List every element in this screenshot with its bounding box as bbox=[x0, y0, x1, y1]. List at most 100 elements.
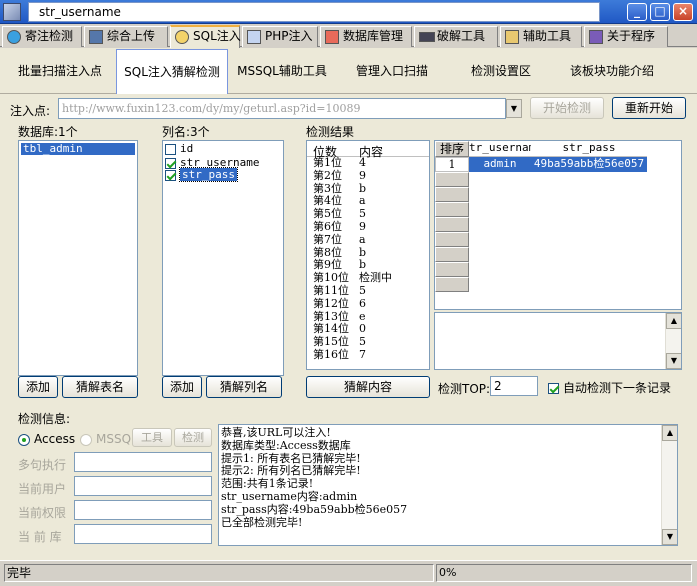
tab-inject-check[interactable]: 寄注检测 bbox=[2, 26, 82, 47]
tab-intro[interactable]: 该板块功能介绍 bbox=[556, 49, 668, 93]
column-checkbox[interactable] bbox=[165, 143, 176, 155]
columns-label: 列名:3个 bbox=[162, 125, 210, 139]
multi-exec-input[interactable] bbox=[74, 452, 212, 472]
log-line: str_pass内容:49ba59abb检56e057 bbox=[221, 502, 408, 516]
tab-crack-tools[interactable]: 破解工具 bbox=[414, 26, 498, 47]
checkbox-icon[interactable] bbox=[548, 383, 559, 394]
app-icon bbox=[3, 3, 21, 21]
add-table-button[interactable]: 添加 bbox=[18, 376, 58, 398]
mssql-tool-button[interactable]: 工具 bbox=[132, 428, 172, 447]
main-tabs: 寄注检测 综合上传 SQL注入 PHP注入 数据库管理 破解工具 辅助工具 关于… bbox=[0, 25, 697, 48]
table-row[interactable]: 第11位 5 bbox=[307, 284, 429, 298]
column-item-pass[interactable]: str_pass bbox=[165, 167, 281, 182]
grid-header-username: tr_usernam bbox=[469, 141, 531, 157]
tab-db-manage[interactable]: 数据库管理 bbox=[320, 26, 412, 47]
grid-cell-pass[interactable]: 49ba59abb检56e057 bbox=[531, 157, 647, 172]
radio-icon[interactable] bbox=[80, 433, 92, 446]
grid-row-header bbox=[435, 232, 469, 247]
field-label: 当前权限 bbox=[18, 506, 67, 520]
grid-row-header bbox=[435, 247, 469, 262]
results-list[interactable]: 位数 内容 第1位 4 第2位 9 第3位 b 第4位 a 第5位 5 第6位 9 第7位 a 第8位 b 第9… bbox=[306, 140, 430, 370]
table-row[interactable]: 第2位 9 bbox=[307, 169, 429, 183]
clipboard-icon bbox=[505, 30, 519, 44]
radio-icon[interactable] bbox=[18, 433, 30, 446]
current-user-input[interactable] bbox=[74, 476, 212, 496]
field-label: 当 前 库 bbox=[18, 530, 62, 544]
grid-cell-username[interactable]: admin bbox=[469, 157, 531, 172]
column-item-id[interactable]: id bbox=[165, 143, 281, 155]
grid-row-number: 1 bbox=[435, 157, 469, 172]
info-label: 检测信息: bbox=[18, 412, 71, 426]
tab-php-inject[interactable]: PHP注入 bbox=[242, 26, 318, 47]
radio-mssql[interactable]: MSSQL bbox=[80, 432, 138, 446]
url-input[interactable]: http://www.fuxin123.com/dy/my/geturl.asp… bbox=[58, 98, 506, 119]
tab-sql-guess[interactable]: SQL注入猜解检测 bbox=[116, 49, 228, 95]
progress-text: 0% bbox=[436, 564, 692, 582]
current-db-input[interactable] bbox=[74, 524, 212, 544]
grid-row-header bbox=[435, 187, 469, 202]
table-row[interactable]: 第16位 7 bbox=[307, 348, 429, 362]
tab-mssql-tools[interactable]: MSSQL辅助工具 bbox=[230, 49, 334, 93]
log-scrollbar[interactable]: ▲ ▼ bbox=[661, 425, 677, 545]
database-list[interactable]: tbl_admin bbox=[18, 140, 138, 376]
grid-row-header bbox=[435, 172, 469, 187]
log-area[interactable]: 恭喜,该URL可以注入! 数据库类型:Access数据库 提示1: 所有表名已猜解完… bbox=[218, 424, 678, 546]
php-file-icon bbox=[247, 30, 261, 44]
grid-row-header bbox=[435, 262, 469, 277]
inject-label: 注入点: bbox=[10, 104, 51, 118]
url-dropdown-button[interactable]: ▼ bbox=[506, 99, 522, 118]
minimize-button[interactable]: _ bbox=[627, 3, 647, 21]
tab-batch-scan[interactable]: 批量扫描注入点 bbox=[6, 49, 114, 93]
database-icon bbox=[325, 30, 339, 44]
field-label: 多句执行 bbox=[18, 458, 67, 472]
scroll-up-icon[interactable]: ▲ bbox=[662, 425, 677, 441]
tab-sql-inject[interactable]: SQL注入 bbox=[170, 25, 241, 48]
scroll-up-icon[interactable]: ▲ bbox=[666, 313, 681, 329]
window-title: str_username bbox=[28, 2, 600, 22]
tab-upload[interactable]: 综合上传 bbox=[84, 26, 168, 47]
log-line: 数据库类型:Access数据库 bbox=[221, 438, 351, 452]
log-line: 恭喜,该URL可以注入! bbox=[221, 426, 331, 439]
mssql-check-button[interactable]: 检测 bbox=[174, 428, 212, 447]
tab-aux-tools[interactable]: 辅助工具 bbox=[500, 26, 582, 47]
guess-content-button[interactable]: 猜解内容 bbox=[306, 376, 430, 398]
results-header: 位数 内容 bbox=[307, 141, 429, 159]
top-input[interactable]: 2 bbox=[490, 376, 538, 396]
log-lines: 恭喜,该URL可以注入! 数据库类型:Access数据库 提示1: 所有表名已猜解完… bbox=[219, 425, 677, 529]
table-row[interactable]: 第7位 a bbox=[307, 233, 429, 247]
detail-scrollbar[interactable]: ▲ ▼ bbox=[665, 313, 681, 369]
grid-detail-area[interactable]: ▲ ▼ bbox=[434, 312, 682, 370]
radio-access[interactable]: Access bbox=[18, 432, 75, 446]
auto-next-checkbox[interactable]: 自动检测下一条记录 bbox=[548, 379, 671, 396]
guess-column-button[interactable]: 猜解列名 bbox=[206, 376, 282, 398]
scroll-down-icon[interactable]: ▼ bbox=[666, 353, 681, 369]
globe-icon bbox=[7, 30, 21, 44]
grid-row-header bbox=[435, 202, 469, 217]
tab-admin-scan[interactable]: 管理入口扫描 bbox=[338, 49, 446, 93]
current-permission-input[interactable] bbox=[74, 500, 212, 520]
table-row[interactable]: 第1位 4 bbox=[307, 156, 429, 170]
column-checkbox[interactable] bbox=[165, 169, 176, 181]
grid-header-pass: str_pass bbox=[531, 141, 647, 157]
add-column-button[interactable]: 添加 bbox=[162, 376, 202, 398]
table-row[interactable]: 第12位 6 bbox=[307, 297, 429, 311]
list-item[interactable]: tbl_admin bbox=[21, 143, 135, 155]
table-row[interactable]: 第6位 9 bbox=[307, 220, 429, 234]
scroll-down-icon[interactable]: ▼ bbox=[662, 529, 677, 545]
guess-table-button[interactable]: 猜解表名 bbox=[62, 376, 138, 398]
columns-list[interactable]: id str_username str_pass bbox=[162, 140, 284, 376]
top-label: 检测TOP: bbox=[438, 382, 491, 396]
result-grid[interactable]: 排序 tr_usernam str_pass 1 admin 49ba59abb… bbox=[434, 140, 682, 310]
restart-button[interactable]: 重新开始 bbox=[612, 97, 686, 119]
column-checkbox[interactable] bbox=[165, 157, 176, 169]
tab-settings[interactable]: 检测设置区 bbox=[448, 49, 554, 93]
maximize-button[interactable]: □ bbox=[650, 3, 670, 21]
book-icon bbox=[589, 30, 603, 44]
close-button[interactable]: × bbox=[673, 3, 693, 21]
chart-icon bbox=[89, 30, 103, 44]
start-detect-button[interactable]: 开始检测 bbox=[530, 97, 604, 119]
tab-about[interactable]: 关于程序 bbox=[584, 26, 668, 47]
magnifier-icon bbox=[175, 30, 189, 44]
title-bar[interactable]: str_username _ □ × bbox=[0, 0, 697, 24]
results-label: 检测结果 bbox=[306, 125, 355, 139]
